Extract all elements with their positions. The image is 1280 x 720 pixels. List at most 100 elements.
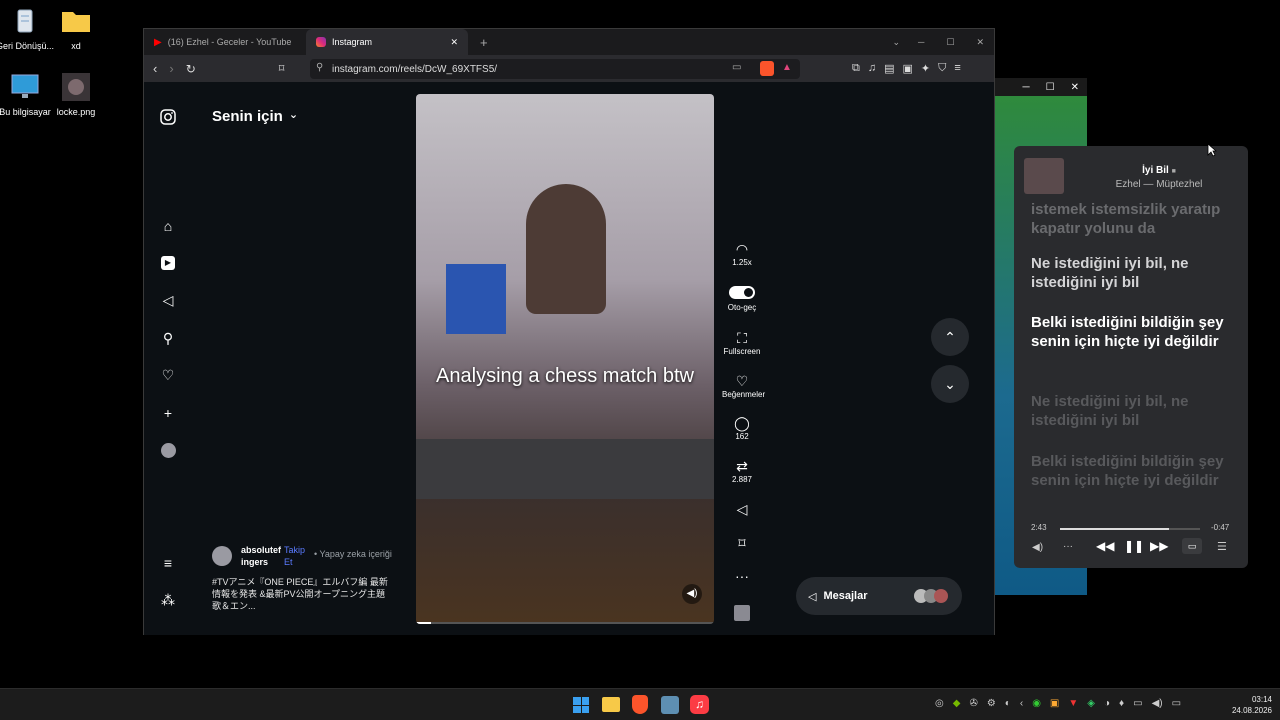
tray-icon[interactable]: ◎ [935, 698, 944, 709]
autoplay-toggle[interactable]: Oto-geç [722, 285, 762, 312]
sidebar-icon[interactable]: ▤ [884, 62, 894, 75]
more-options-button[interactable]: ··· [722, 567, 762, 585]
volume-icon[interactable]: ◀) [682, 584, 702, 604]
pause-icon[interactable]: ❚❚ [1124, 539, 1144, 553]
music-mini-player[interactable]: İyi Bil ■ Ezhel — Müptezhel istemek iste… [1014, 146, 1248, 568]
repost-button[interactable]: ⇄ 2.887 [722, 457, 762, 484]
save-button[interactable]: ⌑ [722, 534, 762, 552]
tray-icon[interactable]: ◉ [1032, 698, 1041, 709]
discord-icon[interactable]: ◐ [1005, 698, 1011, 709]
search-icon[interactable]: ⚲ [158, 328, 178, 348]
network-icon[interactable]: ▭ [1133, 698, 1142, 709]
tray-icon[interactable]: ‹ [1020, 698, 1023, 709]
reels-icon[interactable]: ▶ [158, 253, 178, 273]
queue-list-icon[interactable]: ☰ [1217, 540, 1227, 553]
reposts-count: 2.887 [731, 475, 753, 484]
brave-shields-icon[interactable] [760, 61, 774, 76]
home-icon[interactable]: ⌂ [158, 216, 178, 236]
extensions-icon[interactable]: ⧉ [852, 62, 860, 75]
reload-icon[interactable]: ↻ [186, 62, 196, 76]
address-bar[interactable]: ⚲ instagram.com/reels/DcW_69XTFS5/ ▭ ▲ [310, 59, 800, 79]
lyric-line[interactable]: Ne istediğini iyi bil, ne istediğini iyi… [1031, 392, 1236, 430]
more-menu-icon[interactable]: ≡ [158, 553, 178, 573]
lyrics-toggle-icon[interactable]: ▭ [1182, 538, 1202, 554]
music-app-icon[interactable]: ♫ [690, 695, 709, 714]
back-icon[interactable]: ‹ [153, 61, 157, 76]
start-menu-icon[interactable] [573, 697, 589, 713]
music-icon[interactable]: ♫ [868, 62, 876, 75]
nvidia-icon[interactable]: ◆ [953, 698, 961, 709]
also-from-meta-icon[interactable]: ⁂ [158, 590, 178, 610]
fast-forward-icon[interactable]: ▶▶ [1150, 539, 1168, 553]
tray-icon[interactable]: ▣ [1050, 698, 1059, 709]
direct-icon[interactable]: ◁ [158, 290, 178, 310]
url-text[interactable]: instagram.com/reels/DcW_69XTFS5/ [332, 64, 497, 75]
next-reel-button[interactable]: ⌄ [931, 365, 969, 403]
speaker-icon[interactable]: ◀) [1152, 698, 1163, 709]
author-name[interactable]: absolutefingers [241, 544, 283, 568]
speed-control[interactable]: ◠ 1.25x [722, 240, 762, 267]
close-tab-icon[interactable]: ✕ [450, 37, 458, 48]
browser-window[interactable]: ▶ (16) Ezhel - Geceler - YouTube Instagr… [143, 28, 995, 635]
clock[interactable]: 03:14 24.08.2026 [1222, 694, 1272, 716]
tray-icon[interactable]: ▼ [1068, 698, 1078, 709]
wallet-icon[interactable]: ▣ [903, 62, 913, 75]
reel-video[interactable]: Analysing a chess match btw ◀) [416, 94, 714, 624]
minimize-icon[interactable]: ─ [1023, 82, 1030, 93]
author-avatar[interactable] [212, 546, 232, 566]
rewind-icon[interactable]: ◀◀ [1096, 539, 1114, 553]
close-window-icon[interactable]: ✕ [976, 37, 984, 48]
fullscreen-button[interactable]: ⛶ Fullscreen [722, 329, 762, 356]
minimize-icon[interactable]: ─ [918, 37, 924, 47]
brave-browser-icon[interactable] [632, 695, 648, 714]
create-plus-icon[interactable]: + [158, 403, 178, 423]
lyric-line[interactable]: istemek istemsizlik yaratıp kapatır yolu… [1031, 200, 1236, 238]
lyric-line[interactable]: Belki istediğini bildiğin şey senin için… [1031, 452, 1236, 490]
forward-icon[interactable]: › [169, 61, 173, 76]
tab-instagram[interactable]: Instagram ✕ [306, 29, 468, 55]
lyric-line-current[interactable]: Belki istediğini bildiğin şey senin için… [1031, 313, 1236, 351]
profile-avatar[interactable] [158, 440, 178, 460]
tray-icon[interactable]: ◑ [1104, 698, 1110, 709]
lyric-line[interactable]: Ne istediğini iyi bil, ne istediğini iyi… [1031, 254, 1236, 292]
folder-icon[interactable]: xd [46, 6, 106, 51]
vpn-icon[interactable]: ⛉ [938, 62, 946, 75]
messages-button[interactable]: ◁ Mesajlar [796, 577, 962, 615]
follow-button[interactable]: Takip Et [284, 544, 306, 568]
volume-icon[interactable]: ◀) [1032, 542, 1043, 553]
playback-progress[interactable] [1060, 528, 1200, 530]
image-file-icon[interactable]: locke.png [46, 72, 106, 117]
cast-icon[interactable]: ▭ [732, 62, 741, 73]
share-button[interactable]: ◁ [722, 500, 762, 518]
ellipsis-icon: ··· [735, 568, 749, 584]
site-info-icon[interactable]: ⚲ [316, 62, 323, 73]
new-tab-icon[interactable]: + [480, 35, 488, 50]
menu-icon[interactable]: ≡ [954, 62, 960, 75]
battery-icon[interactable]: ▭ [1172, 698, 1181, 709]
instagram-logo-icon[interactable] [158, 107, 178, 127]
maximize-icon[interactable]: ☐ [1046, 82, 1055, 93]
keyboard-shape [416, 439, 714, 499]
game-app-icon[interactable] [661, 696, 679, 714]
close-icon[interactable]: ✕ [1071, 82, 1079, 93]
feed-selector[interactable]: Senin için ⌄ [212, 108, 298, 125]
video-progress-track[interactable] [416, 622, 714, 624]
more-options-icon[interactable]: ··· [1063, 541, 1073, 552]
playback-progress-fill [1060, 528, 1170, 530]
tray-icon[interactable]: ✇ [969, 698, 977, 709]
maximize-icon[interactable]: ☐ [946, 37, 954, 48]
tab-youtube[interactable]: ▶ (16) Ezhel - Geceler - YouTube [144, 29, 306, 55]
tray-icon[interactable]: ⚙ [987, 698, 996, 709]
bookmark-icon[interactable]: ⌑ [279, 62, 285, 75]
brave-rewards-icon[interactable]: ▲ [782, 62, 792, 73]
leo-icon[interactable]: ✦ [921, 62, 930, 75]
comment-button[interactable]: ◯ 162 [722, 414, 762, 441]
microphone-icon[interactable]: ♦ [1119, 698, 1124, 709]
audio-thumbnail[interactable] [734, 605, 750, 621]
file-explorer-icon[interactable] [602, 697, 620, 712]
like-button[interactable]: ♡ Beğenmeler [722, 372, 765, 399]
previous-reel-button[interactable]: ⌃ [931, 318, 969, 356]
tab-search-chevron-icon[interactable]: ⌄ [892, 37, 900, 48]
tray-icon[interactable]: ◈ [1087, 698, 1095, 709]
notifications-heart-icon[interactable]: ♡ [158, 365, 178, 385]
